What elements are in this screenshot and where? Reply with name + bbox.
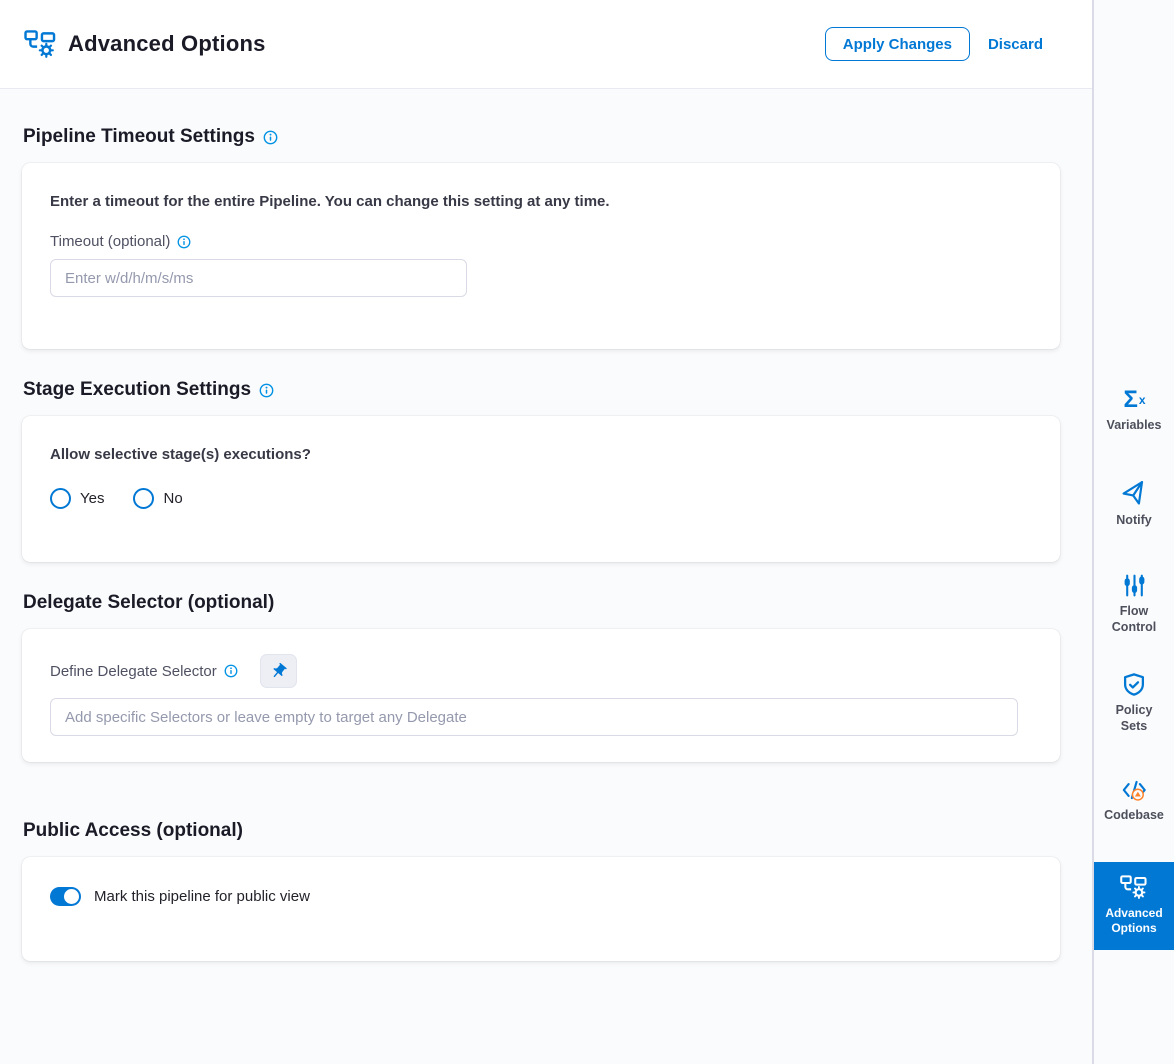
panel-header: Advanced Options Apply Changes Discard <box>0 0 1092 89</box>
info-icon[interactable] <box>224 664 238 678</box>
sliders-icon <box>1122 572 1147 599</box>
timeout-label: Timeout (optional) <box>50 233 170 250</box>
stage-execution-heading: Stage Execution Settings <box>23 379 251 401</box>
radio-label-no: No <box>163 490 182 507</box>
delegate-selector-section: Delegate Selector (optional) Define Dele… <box>23 592 1092 762</box>
sidebar-item-label: Flow Control <box>1102 604 1166 635</box>
public-access-heading-row: Public Access (optional) <box>23 820 1092 842</box>
toggle-knob <box>64 889 79 904</box>
settings-content: Pipeline Timeout Settings Enter a timeou… <box>0 89 1092 961</box>
sidebar-nav: Σx Variables Notify <box>1094 386 1174 950</box>
pushpin-icon <box>269 662 288 681</box>
sidebar-item-policy-sets[interactable]: Policy Sets <box>1094 671 1174 734</box>
stage-execution-section: Stage Execution Settings Allow selective… <box>23 379 1092 562</box>
delegate-label: Define Delegate Selector <box>50 663 217 680</box>
timeout-input[interactable] <box>50 259 467 297</box>
radio-label-yes: Yes <box>80 490 104 507</box>
pipeline-timeout-section: Pipeline Timeout Settings Enter a timeou… <box>23 126 1092 349</box>
pipeline-gear-icon <box>24 30 57 59</box>
pipeline-timeout-heading-row: Pipeline Timeout Settings <box>23 126 1092 148</box>
discard-button[interactable]: Discard <box>988 36 1043 53</box>
public-access-section: Public Access (optional) Mark this pipel… <box>23 820 1092 961</box>
delegate-label-row: Define Delegate Selector <box>50 654 1032 688</box>
delegate-selector-heading-row: Delegate Selector (optional) <box>23 592 1092 614</box>
apply-changes-button[interactable]: Apply Changes <box>825 27 970 61</box>
stage-execution-heading-row: Stage Execution Settings <box>23 379 1092 401</box>
paper-plane-icon <box>1121 481 1147 508</box>
selective-stage-radio-group: Yes No <box>50 488 1032 509</box>
pipeline-gear-icon <box>1120 874 1148 901</box>
right-sidebar: Σx Variables Notify <box>1092 0 1174 1064</box>
sidebar-item-label: Codebase <box>1104 808 1164 824</box>
info-icon[interactable] <box>259 383 274 398</box>
pin-delegate-button[interactable] <box>260 654 297 688</box>
page-title: Advanced Options <box>68 31 266 57</box>
pipeline-timeout-heading: Pipeline Timeout Settings <box>23 126 255 148</box>
sidebar-item-variables[interactable]: Σx Variables <box>1094 386 1174 434</box>
radio-option-yes[interactable]: Yes <box>50 488 104 509</box>
timeout-label-row: Timeout (optional) <box>50 233 1032 250</box>
info-icon[interactable] <box>263 130 278 145</box>
main-panel: Advanced Options Apply Changes Discard P… <box>0 0 1092 1064</box>
radio-circle-icon[interactable] <box>50 488 71 509</box>
public-view-toggle-row: Mark this pipeline for public view <box>50 887 1032 906</box>
radio-circle-icon[interactable] <box>133 488 154 509</box>
delegate-selector-input[interactable] <box>50 698 1018 736</box>
public-access-card: Mark this pipeline for public view <box>22 857 1060 961</box>
radio-option-no[interactable]: No <box>133 488 182 509</box>
advanced-options-page: Advanced Options Apply Changes Discard P… <box>0 0 1174 1064</box>
sidebar-item-label: Variables <box>1107 418 1162 434</box>
delegate-selector-heading: Delegate Selector (optional) <box>23 592 274 614</box>
public-access-heading: Public Access (optional) <box>23 820 243 842</box>
public-view-toggle[interactable] <box>50 887 81 906</box>
sidebar-item-codebase[interactable]: Codebase <box>1094 776 1174 824</box>
code-warning-icon <box>1119 776 1149 803</box>
sigma-variables-icon: Σx <box>1123 386 1144 413</box>
sidebar-item-label: Advanced Options <box>1102 906 1166 937</box>
selective-stage-question: Allow selective stage(s) executions? <box>50 446 1032 463</box>
sidebar-item-notify[interactable]: Notify <box>1094 481 1174 529</box>
sidebar-item-advanced-options[interactable]: Advanced Options <box>1094 862 1174 950</box>
public-view-toggle-label: Mark this pipeline for public view <box>94 888 310 905</box>
shield-check-icon <box>1121 671 1147 698</box>
sidebar-item-label: Policy Sets <box>1102 703 1166 734</box>
delegate-selector-card: Define Delegate Selector <box>22 629 1060 762</box>
timeout-description: Enter a timeout for the entire Pipeline.… <box>50 193 1032 210</box>
info-icon[interactable] <box>177 235 191 249</box>
sidebar-item-flow-control[interactable]: Flow Control <box>1094 572 1174 635</box>
stage-execution-card: Allow selective stage(s) executions? Yes… <box>22 416 1060 562</box>
pipeline-timeout-card: Enter a timeout for the entire Pipeline.… <box>22 163 1060 349</box>
sidebar-item-label: Notify <box>1116 513 1151 529</box>
